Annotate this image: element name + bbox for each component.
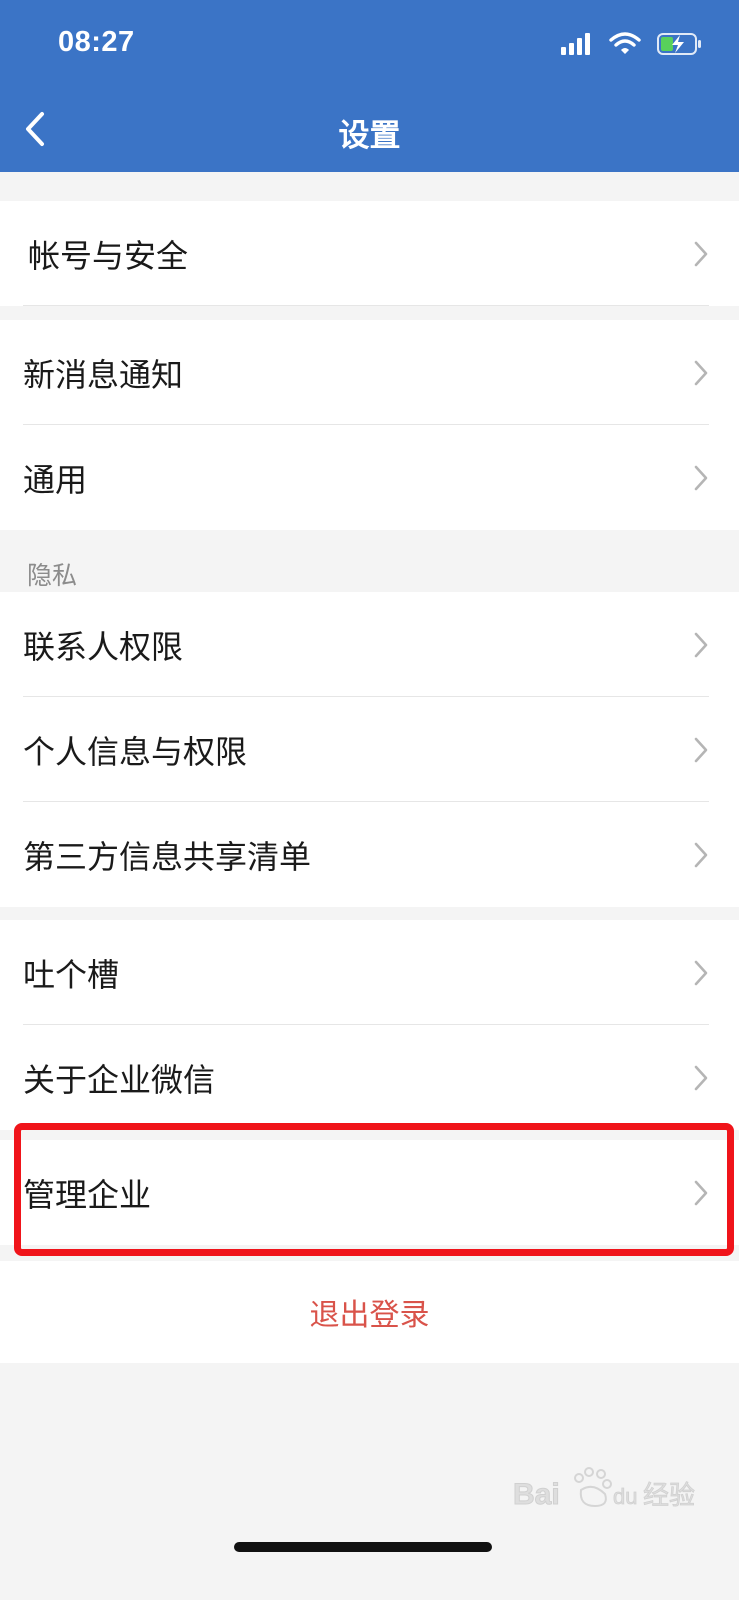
settings-item-label: 通用 <box>23 460 88 499</box>
chevron-right-icon <box>694 1065 708 1090</box>
svg-text:Bai: Bai <box>513 1478 560 1511</box>
settings-item-about-wecom[interactable]: 关于企业微信 <box>0 1025 739 1130</box>
settings-item-label: 新消息通知 <box>23 355 184 394</box>
chevron-right-icon <box>694 465 708 490</box>
settings-item-label: 第三方信息共享清单 <box>23 837 312 876</box>
svg-text:经验: 经验 <box>643 1481 695 1511</box>
settings-item-manage-enterprise[interactable]: 管理企业 <box>0 1140 739 1245</box>
row-divider <box>23 305 709 306</box>
section-header-privacy: 隐私 <box>27 561 78 590</box>
settings-item-label: 关于企业微信 <box>23 1060 216 1099</box>
settings-item-label: 吐个槽 <box>23 955 120 994</box>
chevron-right-icon <box>694 737 708 762</box>
chevron-right-icon <box>694 842 708 867</box>
settings-item-label: 管理企业 <box>23 1175 152 1214</box>
settings-item-label: 联系人权限 <box>23 627 184 666</box>
home-indicator[interactable] <box>234 1542 492 1552</box>
settings-item-label: 帐号与安全 <box>28 236 189 275</box>
logout-label: 退出登录 <box>309 1298 430 1333</box>
nav-header: 08:27 设置 <box>0 0 739 172</box>
settings-item-third-party-sharing-list[interactable]: 第三方信息共享清单 <box>0 802 739 907</box>
status-icons <box>561 32 703 56</box>
wifi-icon <box>609 32 641 54</box>
settings-item-label: 个人信息与权限 <box>23 732 248 771</box>
settings-item-account-security[interactable]: 帐号与安全 <box>0 201 739 306</box>
signal-icon <box>561 33 590 55</box>
settings-item-new-message-notice[interactable]: 新消息通知 <box>0 320 739 425</box>
chevron-right-icon <box>694 360 708 385</box>
settings-item-feedback[interactable]: 吐个槽 <box>0 920 739 1025</box>
status-time: 08:27 <box>58 26 135 58</box>
logout-button[interactable]: 退出登录 <box>0 1261 739 1363</box>
chevron-right-icon <box>694 632 708 657</box>
settings-screen: 08:27 设置 帐号与安全 新消息通知 通用 隐私 联系人权限 个人信息与权限… <box>0 0 739 1600</box>
chevron-right-icon <box>694 241 708 266</box>
settings-item-contact-permissions[interactable]: 联系人权限 <box>0 592 739 697</box>
settings-item-personal-info-permissions[interactable]: 个人信息与权限 <box>0 697 739 802</box>
svg-text:du: du <box>613 1484 637 1509</box>
page-title: 设置 <box>338 118 401 154</box>
chevron-right-icon <box>694 1180 708 1205</box>
chevron-right-icon <box>694 960 708 985</box>
battery-charging-icon <box>657 33 701 55</box>
baidu-jingyan-watermark: Bai du 经验 <box>513 1467 695 1512</box>
settings-item-general[interactable]: 通用 <box>0 425 739 530</box>
